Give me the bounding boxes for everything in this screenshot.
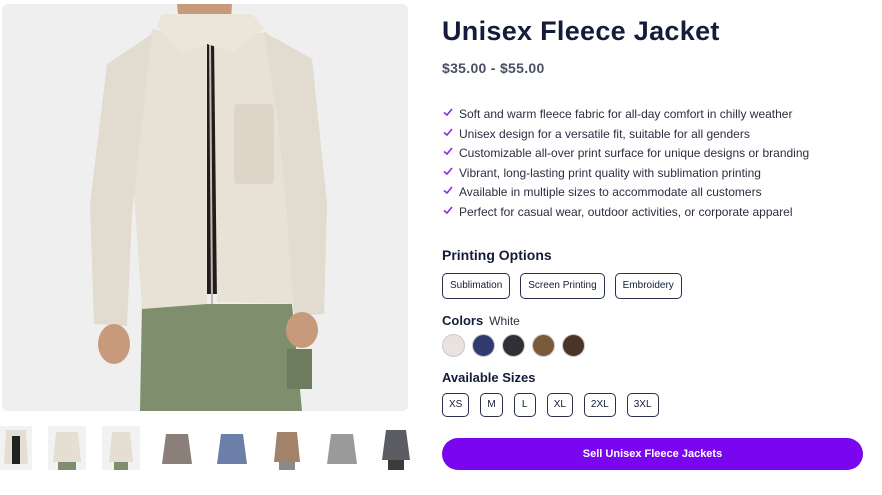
thumbnail-4[interactable] — [158, 426, 196, 470]
check-icon — [443, 206, 453, 215]
feature-item: Unisex design for a versatile fit, suita… — [442, 125, 809, 145]
size-l[interactable]: L — [513, 393, 536, 417]
feature-list: Soft and warm fleece fabric for all-day … — [442, 105, 809, 223]
printing-option-screen-printing[interactable]: Screen Printing — [520, 273, 605, 299]
size-xs[interactable]: XS — [442, 393, 470, 417]
thumbnail-2[interactable] — [48, 426, 86, 470]
feature-text: Vibrant, long-lasting print quality with… — [459, 165, 761, 180]
printing-option-sublimation[interactable]: Sublimation — [442, 273, 511, 299]
swatch-charcoal[interactable] — [502, 334, 525, 357]
swatch-navy[interactable] — [472, 334, 495, 357]
size-m[interactable]: M — [480, 393, 503, 417]
thumbnail-5[interactable] — [213, 426, 251, 470]
sell-product-button[interactable]: Sell Unisex Fleece Jackets — [442, 438, 863, 470]
printing-option-embroidery[interactable]: Embroidery — [614, 273, 682, 299]
colors-header: Colors White — [442, 313, 520, 328]
thumbnail-8[interactable] — [377, 426, 415, 470]
swatch-white[interactable] — [442, 334, 465, 357]
product-main-image — [2, 4, 408, 411]
feature-item: Soft and warm fleece fabric for all-day … — [442, 105, 809, 125]
printing-options-group: Sublimation Screen Printing Embroidery — [442, 273, 692, 299]
thumbnail-3[interactable] — [102, 426, 140, 470]
feature-item: Customizable all-over print surface for … — [442, 144, 809, 164]
printing-options-title: Printing Options — [442, 247, 552, 263]
thumbnail-7[interactable] — [323, 426, 361, 470]
sizes-title: Available Sizes — [442, 370, 536, 385]
check-icon — [443, 128, 453, 136]
size-xl[interactable]: XL — [546, 393, 573, 417]
product-price: $35.00 - $55.00 — [442, 60, 545, 76]
check-icon — [443, 147, 453, 156]
feature-text: Customizable all-over print surface for … — [459, 146, 810, 161]
sizes-group: XS M L XL 2XL 3XL — [442, 393, 670, 417]
thumbnail-1[interactable] — [0, 426, 32, 470]
swatch-brown[interactable] — [532, 334, 555, 357]
feature-item: Vibrant, long-lasting print quality with… — [442, 164, 809, 184]
color-swatches — [442, 334, 592, 357]
feature-text: Unisex design for a versatile fit, suita… — [459, 126, 750, 141]
feature-item: Available in multiple sizes to accommoda… — [442, 183, 809, 203]
product-title: Unisex Fleece Jacket — [442, 16, 720, 46]
thumbnail-strip — [0, 426, 420, 474]
colors-label: Colors — [442, 313, 484, 328]
check-icon — [443, 108, 453, 117]
feature-text: Perfect for casual wear, outdoor activit… — [459, 204, 793, 219]
thumbnail-6[interactable] — [268, 426, 306, 470]
feature-item: Perfect for casual wear, outdoor activit… — [442, 203, 809, 223]
feature-text: Available in multiple sizes to accommoda… — [459, 185, 762, 200]
feature-text: Soft and warm fleece fabric for all-day … — [459, 107, 793, 121]
size-2xl[interactable]: 2XL — [583, 393, 616, 417]
check-icon — [443, 167, 453, 175]
swatch-dark-brown[interactable] — [562, 334, 585, 357]
size-3xl[interactable]: 3XL — [626, 393, 659, 417]
check-icon — [443, 186, 453, 195]
selected-color: White — [489, 314, 520, 328]
